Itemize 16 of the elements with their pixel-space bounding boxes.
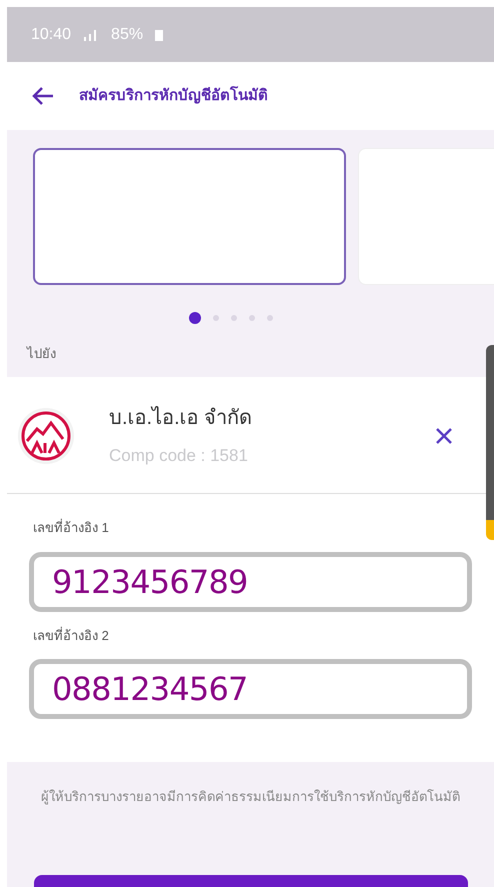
reference-field[interactable]: 9123456789 bbox=[29, 552, 472, 612]
battery-icon bbox=[155, 28, 164, 40]
field-label: เลขที่อ้างอิง 1 bbox=[33, 518, 110, 537]
section-label: ไปยัง bbox=[27, 345, 57, 363]
reference-field[interactable]: 0881234567 bbox=[29, 659, 472, 719]
account-card[interactable] bbox=[33, 148, 346, 285]
company-logo-icon bbox=[17, 407, 75, 465]
submit-button[interactable] bbox=[34, 875, 468, 887]
page-title: สมัครบริการหักบัญชีอัตโนมัติ bbox=[79, 85, 268, 106]
back-button[interactable] bbox=[31, 86, 55, 106]
close-button[interactable] bbox=[434, 426, 454, 446]
battery-text: 85% bbox=[111, 24, 144, 44]
company-name: บ.เอ.ไอ.เอ จำกัด bbox=[109, 405, 254, 432]
field-label: เลขที่อ้างอิง 2 bbox=[33, 626, 110, 644]
clock-text: 10:40 bbox=[31, 24, 72, 44]
fee-note: ผู้ให้บริการบางรายอาจมีการคิดค่าธรรมเนียมการใช้บริการหักบัญชีอัตโนมัติ bbox=[41, 788, 460, 806]
